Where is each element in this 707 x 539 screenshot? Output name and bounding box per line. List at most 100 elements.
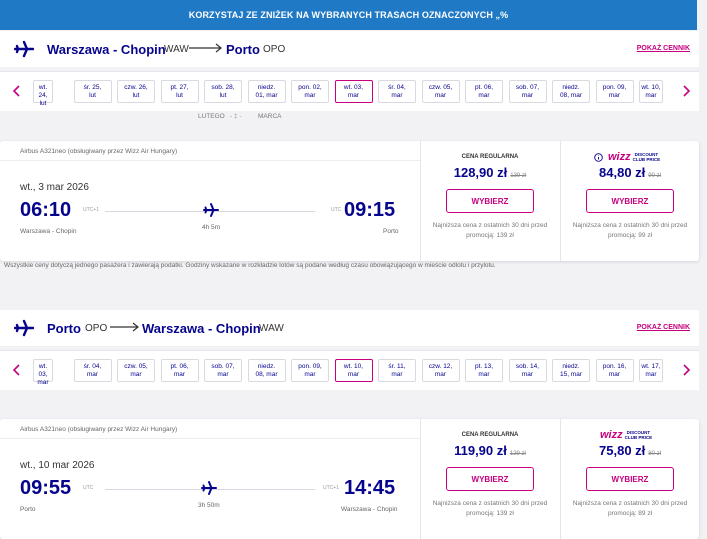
outbound-flight-card[interactable]: Airbus A321neo (obsługiwany przez Wizz A…	[0, 141, 699, 261]
date-option[interactable]: pon. 02, mar	[291, 80, 329, 103]
outbound-route-header: Warszawa - Chopin WAW Porto OPO POKAŻ CE…	[0, 31, 699, 67]
date-option[interactable]: wt. 03, mar	[33, 359, 53, 386]
arrival-time: 09:15	[344, 199, 396, 221]
regular-fare: CENA REGULARNA 119,90 zł 129 zł WYBIERZ N…	[420, 419, 560, 539]
chevron-left-icon[interactable]	[11, 84, 23, 98]
chevron-right-icon[interactable]	[680, 363, 692, 377]
old-price: 90 zł	[648, 173, 661, 179]
club-fare: wizz DISCOUNT CLUB PRICE 84,80 zł 90 zł WY…	[560, 141, 700, 261]
airplane-icon	[14, 40, 34, 58]
chevron-left-icon[interactable]	[11, 363, 23, 377]
inbound-route-header: Porto OPO Warszawa - Chopin WAW POKAŻ CE…	[0, 310, 699, 346]
price-disclaimer: Wszystkie ceny dotyczą jednego pasażera …	[4, 262, 496, 269]
arrival-time: 14:45	[344, 477, 396, 499]
airplane-icon	[203, 203, 219, 217]
date-option[interactable]: sob. 28, lut	[204, 80, 242, 103]
old-price: 129 zł	[509, 451, 526, 457]
month-separator: - ‡ -	[230, 113, 242, 120]
date-option[interactable]: pon. 09, mar	[595, 80, 634, 103]
select-regular-button[interactable]: WYBIERZ	[446, 189, 534, 213]
date-option[interactable]: wt. 24, lut	[33, 80, 53, 107]
promo-banner[interactable]: KORZYSTAJ ZE ZNIŻEK NA WYBRANYCH TRASACH…	[0, 0, 697, 30]
date-option[interactable]: pt. 06, mar	[465, 80, 503, 103]
date-option[interactable]: śr. 11, mar	[378, 359, 416, 382]
origin-code: OPO	[85, 323, 108, 334]
fare-price: 128,90 zł	[453, 165, 508, 180]
date-option[interactable]: czw. 26, lut	[117, 80, 155, 103]
date-option[interactable]: pon. 09, mar	[291, 359, 329, 382]
date-option[interactable]: śr. 04, mar	[73, 359, 112, 382]
destination-city: Warszawa - Chopin	[142, 321, 261, 336]
lowest-price-note: Najniższa cena z ostatnich 30 dni przed …	[432, 500, 548, 517]
date-option[interactable]: wt. 10, mar	[639, 80, 663, 103]
arrival-timezone: UTC+1	[323, 485, 339, 491]
divider	[0, 438, 420, 439]
show-prices-link[interactable]: POKAŻ CENNIK	[637, 45, 690, 52]
month-left: LUTEGO	[198, 113, 225, 120]
select-club-button[interactable]: WYBIERZ	[586, 189, 674, 213]
outbound-date-selector: wt. 24, lut śr. 25, lut czw. 26, lut pt. 27, lu…	[0, 71, 699, 111]
departure-time: 09:55	[20, 477, 72, 499]
date-option[interactable]: sob. 07, mar	[204, 359, 242, 382]
date-option[interactable]: niedz. 08, mar	[247, 359, 286, 382]
flight-duration: 3h 50m	[198, 502, 220, 509]
route-arrow-icon	[110, 322, 139, 332]
date-option[interactable]: pt. 27, lut	[160, 80, 199, 103]
date-option[interactable]: pt. 06, mar	[160, 359, 199, 382]
date-option[interactable]: pt. 13, mar	[465, 359, 503, 382]
origin-city: Porto	[47, 321, 81, 336]
arrival-place: Warszawa - Chopin	[341, 506, 398, 513]
date-option[interactable]: wt. 03, mar	[334, 80, 373, 103]
club-price: 75,80 zł	[599, 443, 646, 458]
show-prices-link[interactable]: POKAŻ CENNIK	[637, 324, 690, 331]
date-option[interactable]: śr. 04, mar	[378, 80, 416, 103]
departure-timezone: UTC	[83, 485, 94, 491]
lowest-price-note: Najniższa cena z ostatnich 30 dni przed …	[572, 222, 688, 239]
select-club-button[interactable]: WYBIERZ	[586, 467, 674, 491]
lowest-price-note: Najniższa cena z ostatnich 30 dni przed …	[432, 222, 548, 239]
date-option[interactable]: pon. 16, mar	[595, 359, 634, 382]
date-option[interactable]: niedz. 01, mar	[247, 80, 286, 103]
destination-code: OPO	[263, 44, 286, 55]
regular-fare: CENA REGULARNA 128,90 zł 139 zł WYBIERZ N…	[420, 141, 560, 261]
date-option[interactable]: śr. 25, lut	[73, 80, 112, 103]
fare-title: CENA REGULARNA	[461, 432, 519, 438]
airplane-icon	[14, 319, 34, 337]
info-icon[interactable]	[594, 152, 603, 162]
departure-time: 06:10	[20, 199, 72, 221]
inbound-date-selector: wt. 03, mar śr. 04, mar czw. 05, mar pt. 06, ma…	[0, 350, 699, 390]
aircraft-info: Airbus A321neo (obsługiwany przez Wizz A…	[20, 426, 178, 433]
chevron-right-icon[interactable]	[680, 84, 692, 98]
date-option[interactable]: sob. 14, mar	[508, 359, 547, 382]
old-price: 139 zł	[510, 173, 527, 179]
date-option[interactable]: czw. 05, mar	[117, 359, 155, 382]
origin-code: WAW	[164, 44, 189, 55]
inbound-flight-card[interactable]: Airbus A321neo (obsługiwany przez Wizz A…	[0, 419, 699, 539]
fare-title: CENA REGULARNA	[461, 154, 519, 160]
arrival-place: Porto	[383, 228, 399, 235]
discount-club-logo: wizz DISCOUNT CLUB PRICE	[594, 149, 660, 165]
date-option[interactable]: wt. 17, mar	[639, 359, 663, 382]
club-fare: wizz DISCOUNT CLUB PRICE 75,80 zł 80 zł WY…	[560, 419, 700, 539]
arrival-timezone: UTC	[331, 207, 342, 213]
club-price: 84,80 zł	[599, 165, 646, 180]
date-option[interactable]: niedz. 08, mar	[552, 80, 590, 103]
select-regular-button[interactable]: WYBIERZ	[446, 467, 534, 491]
departure-place: Warszawa - Chopin	[20, 228, 77, 235]
date-option[interactable]: niedz. 15, mar	[552, 359, 590, 382]
month-right: MARCA	[258, 113, 282, 120]
flight-date: wt., 3 mar 2026	[20, 182, 89, 193]
date-option[interactable]: sob. 07, mar	[508, 80, 547, 103]
airplane-icon	[201, 481, 217, 495]
lowest-price-note: Najniższa cena z ostatnich 30 dni przed …	[572, 500, 688, 517]
divider	[0, 160, 420, 161]
fare-price: 119,90 zł	[454, 443, 507, 458]
destination-code: WAW	[259, 323, 284, 334]
date-option[interactable]: czw. 05, mar	[421, 80, 460, 103]
origin-city: Warszawa - Chopin	[47, 42, 166, 57]
aircraft-info: Airbus A321neo (obsługiwany przez Wizz A…	[20, 148, 178, 155]
date-option[interactable]: wt. 10, mar	[334, 359, 373, 382]
discount-club-logo: wizz DISCOUNT CLUB PRICE	[600, 429, 653, 441]
destination-city: Porto	[226, 42, 260, 57]
date-option[interactable]: czw. 12, mar	[421, 359, 460, 382]
